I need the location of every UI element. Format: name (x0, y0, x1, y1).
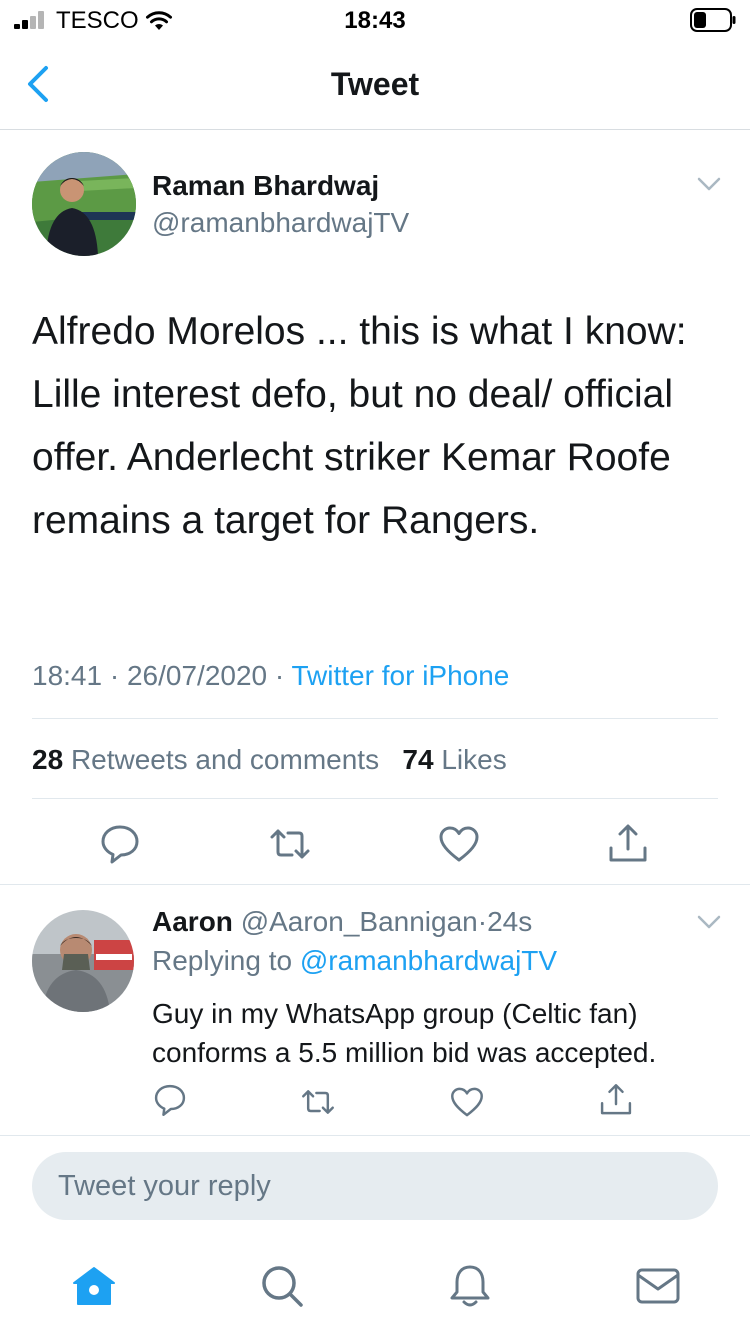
like-button[interactable] (437, 822, 481, 866)
reply-author-avatar[interactable] (32, 910, 134, 1012)
heart-icon (451, 1087, 483, 1117)
divider (0, 884, 750, 885)
tweet-text: Alfredo Morelos ... this is what I know:… (32, 310, 687, 542)
divider (0, 1135, 750, 1136)
replying-to-line: Replying to @ramanbhardwajTV (152, 945, 557, 977)
tweet-time: 18:41 (32, 660, 103, 691)
retweets-count: 28 (32, 744, 64, 775)
reply-author-handle[interactable]: @Aaron_Bannigan (241, 906, 478, 937)
reply-icon (101, 825, 139, 864)
meta-separator: · (274, 660, 285, 691)
author-avatar[interactable] (32, 152, 136, 256)
likes-count: 74 (402, 744, 434, 775)
retweets-label: Retweets and comments (70, 744, 380, 775)
tab-messages[interactable] (634, 1262, 682, 1310)
tweet-meta: 18:41 · 26/07/2020 · Twitter for iPhone (32, 660, 509, 692)
reply-input[interactable]: Tweet your reply (32, 1152, 718, 1220)
page-title: Tweet (330, 66, 420, 102)
reply-author-name[interactable]: Aaron (152, 906, 233, 937)
meta-separator: · (109, 660, 120, 691)
retweets-stat[interactable]: 28 Retweets and comments (32, 744, 379, 775)
battery-icon (690, 8, 736, 32)
replying-to-mention[interactable]: @ramanbhardwajTV (300, 945, 557, 976)
divider (32, 798, 718, 799)
bell-icon (450, 1265, 490, 1307)
reply-share-button[interactable] (598, 1082, 634, 1118)
reply-age: 24s (487, 906, 533, 937)
reply-like-button[interactable] (449, 1084, 485, 1120)
reply-separator: · (477, 906, 488, 937)
reply-options-button[interactable] (696, 912, 722, 932)
reply-button[interactable] (98, 822, 142, 866)
heart-icon (439, 826, 479, 862)
status-bar: TESCO 18:43 (0, 0, 750, 40)
tab-notifications[interactable] (446, 1262, 494, 1310)
tweet-date: 26/07/2020 (126, 660, 268, 691)
home-icon (73, 1267, 115, 1305)
author-handle[interactable]: @ramanbhardwajTV (152, 207, 409, 239)
replying-to-label: Replying to (152, 945, 293, 976)
tweet-options-button[interactable] (696, 174, 722, 194)
status-time: 18:43 (344, 7, 406, 34)
nav-bar: Tweet (0, 40, 750, 130)
divider (32, 718, 718, 719)
retweet-icon (302, 1090, 334, 1114)
reply-text: Guy in my WhatsApp group (Celtic fan) co… (152, 998, 657, 1068)
share-icon (609, 824, 647, 862)
tab-search[interactable] (258, 1262, 306, 1310)
tweet-source-link[interactable]: Twitter for iPhone (292, 660, 510, 691)
reply-icon (154, 1084, 186, 1116)
reply-reply-button[interactable] (152, 1082, 188, 1118)
tweet-stats: 28 Retweets and comments 74 Likes (32, 744, 507, 776)
chevron-down-icon (697, 915, 721, 929)
retweet-button[interactable] (268, 822, 312, 866)
mail-icon (636, 1268, 680, 1304)
share-button[interactable] (606, 822, 650, 866)
share-icon (600, 1084, 632, 1115)
retweet-icon (270, 829, 310, 859)
author-name[interactable]: Raman Bhardwaj (152, 170, 379, 202)
tab-home[interactable] (70, 1262, 118, 1310)
likes-label: Likes (441, 744, 507, 775)
likes-stat[interactable]: 74 Likes (402, 744, 506, 775)
reply-input-placeholder: Tweet your reply (58, 1170, 271, 1202)
reply-retweet-button[interactable] (300, 1084, 336, 1120)
reply-header: Aaron @Aaron_Bannigan·24s (152, 906, 532, 938)
search-icon (262, 1266, 303, 1307)
chevron-down-icon (697, 177, 721, 191)
